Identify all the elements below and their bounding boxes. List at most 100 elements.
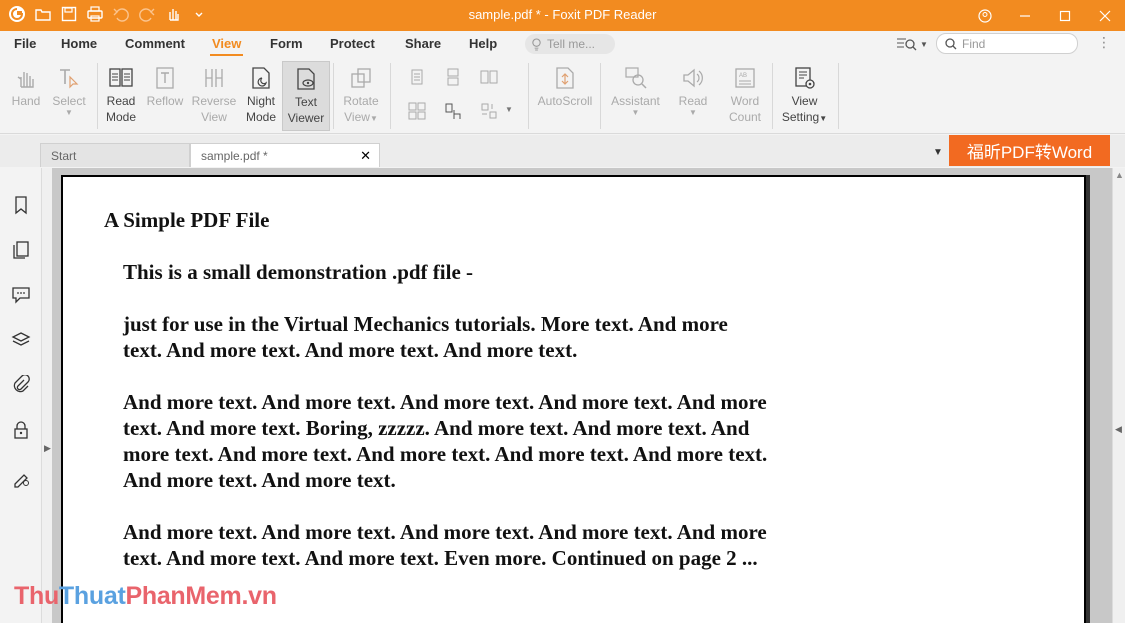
paragraph-2: just for use in the Virtual Mechanics tu… [123, 311, 883, 363]
reverse-view-label-2: View [201, 110, 227, 124]
word-count-icon: AB [735, 68, 755, 88]
continuous-facing-icon[interactable] [407, 101, 427, 121]
signature-icon[interactable] [11, 467, 31, 489]
view-setting-label-1: View [791, 94, 818, 108]
tab-file[interactable]: File [14, 36, 36, 51]
tab-share[interactable]: Share [405, 36, 441, 51]
tab-list-dropdown-icon[interactable]: ▼ [933, 147, 943, 158]
chevron-down-icon: ▼ [65, 108, 73, 117]
paragraph-line: And more text. And more text. [123, 468, 396, 492]
tell-me-placeholder: Tell me... [547, 37, 596, 51]
close-tab-icon[interactable]: ✕ [360, 148, 371, 164]
svg-text:AB: AB [739, 73, 747, 79]
find-input[interactable]: Find [936, 33, 1078, 54]
word-count-button[interactable]: AB Word Count [720, 61, 770, 131]
reflow-button[interactable]: Reflow [140, 61, 190, 131]
watermark-part-1: Thu [14, 582, 59, 610]
maximize-button[interactable] [1045, 0, 1085, 31]
night-mode-icon [252, 67, 270, 89]
ribbon-divider [600, 63, 601, 129]
night-mode-label-2: Mode [245, 110, 277, 124]
convert-to-word-button[interactable]: 福昕PDF转Word [949, 135, 1110, 166]
comments-icon[interactable] [11, 283, 31, 305]
chevron-down-icon: ▼ [631, 108, 640, 117]
reverse-view-button[interactable]: Reverse View [189, 61, 239, 131]
bookmark-icon[interactable] [11, 194, 31, 216]
window-title: sample.pdf * - Foxit PDF Reader [468, 7, 657, 22]
chevron-down-icon: ▼ [369, 114, 378, 123]
paragraph-4: And more text. And more text. And more t… [123, 519, 883, 571]
tab-protect[interactable]: Protect [330, 36, 375, 51]
layers-icon[interactable] [11, 329, 31, 351]
window-controls [965, 0, 1125, 31]
rotate-view-label-1: Rotate [343, 94, 379, 108]
rotate-view-button[interactable]: Rotate View▼ [336, 61, 386, 131]
tab-comment[interactable]: Comment [125, 36, 185, 51]
read-mode-label-1: Read [106, 94, 136, 108]
minimize-button[interactable] [1005, 0, 1045, 31]
document-heading: A Simple PDF File [104, 208, 270, 232]
panel-collapse-handle[interactable]: ▶ [42, 168, 52, 623]
view-ribbon: Hand Select ▼ Read Mode Reflow Reverse V… [0, 57, 1125, 134]
tab-view[interactable]: View [209, 36, 244, 56]
scroll-up-icon[interactable]: ▲ [1115, 170, 1124, 180]
page-thumbnails-icon[interactable] [11, 239, 31, 261]
paragraph-line: just for use in the Virtual Mechanics tu… [123, 312, 728, 336]
autoscroll-label: AutoScroll [537, 94, 593, 108]
word-count-label-1: Word [730, 94, 760, 108]
tab-form[interactable]: Form [270, 36, 303, 51]
tab-home[interactable]: Home [61, 36, 97, 51]
tab-help[interactable]: Help [469, 36, 497, 51]
more-options-icon[interactable]: ⋮ [1097, 34, 1111, 51]
autoscroll-button[interactable]: AutoScroll [536, 61, 594, 131]
document-view[interactable]: A Simple PDF File This is a small demons… [52, 168, 1112, 623]
tab-doc-label: sample.pdf * [201, 149, 268, 163]
assistant-button[interactable]: Assistant ▼ [608, 61, 663, 131]
chevron-down-icon[interactable]: ▼ [505, 105, 513, 114]
account-icon[interactable] [965, 0, 1005, 31]
chevron-left-icon[interactable]: ◀ [1115, 424, 1122, 435]
read-mode-button[interactable]: Read Mode [96, 61, 146, 131]
search-options-button[interactable]: ▼ [896, 35, 930, 53]
select-button[interactable]: Select ▼ [44, 61, 94, 131]
continuous-page-icon[interactable] [443, 67, 463, 87]
hand-icon [17, 72, 34, 88]
watermark-part-2: Thuat [58, 582, 126, 610]
attachment-icon[interactable] [11, 374, 31, 396]
pdf-page: A Simple PDF File This is a small demons… [61, 175, 1086, 623]
night-mode-label-1: Night [246, 94, 275, 108]
view-setting-label-2: Setting [781, 110, 820, 124]
reverse-view-icon [205, 69, 223, 87]
separate-cover-icon[interactable] [443, 101, 463, 121]
reverse-view-label-1: Reverse [191, 94, 237, 108]
assistant-label: Assistant [611, 94, 660, 108]
tab-start[interactable]: Start [40, 143, 190, 167]
chevron-down-icon: ▼ [819, 114, 828, 123]
ribbon-divider [838, 63, 839, 129]
text-viewer-icon [297, 68, 315, 90]
watermark-logo: ThuThuatPhanMem.vn [14, 582, 277, 611]
security-lock-icon[interactable] [11, 419, 31, 441]
chevron-right-icon: ▶ [44, 443, 51, 453]
reflow-label: Reflow [146, 94, 184, 108]
paragraph-line: And more text. And more text. And more t… [123, 520, 767, 544]
word-count-label-2: Count [728, 110, 762, 124]
close-window-button[interactable] [1085, 0, 1125, 31]
night-mode-button[interactable]: Night Mode [236, 61, 286, 131]
tell-me-box[interactable]: Tell me... [525, 34, 615, 54]
select-text-icon [60, 69, 79, 89]
read-aloud-button[interactable]: Read ▼ [668, 61, 718, 131]
paragraph-line: text. And more text. And more text. And … [123, 338, 578, 362]
chevron-down-icon: ▼ [689, 108, 697, 117]
view-setting-button[interactable]: View Setting▼ [777, 61, 832, 131]
vertical-scrollbar[interactable]: ▲ ◀ [1112, 168, 1125, 623]
split-view-icon[interactable] [479, 101, 499, 121]
facing-page-icon[interactable] [479, 67, 499, 87]
single-page-icon[interactable] [407, 67, 427, 87]
magnifier-assistant-icon [624, 67, 647, 89]
ribbon-divider [390, 63, 391, 129]
ribbon-divider [333, 63, 334, 129]
text-viewer-button[interactable]: Text Viewer [282, 61, 330, 131]
paragraph-line: This is a small demonstration .pdf file … [123, 260, 474, 284]
tab-sample-pdf[interactable]: sample.pdf * ✕ [190, 143, 380, 167]
